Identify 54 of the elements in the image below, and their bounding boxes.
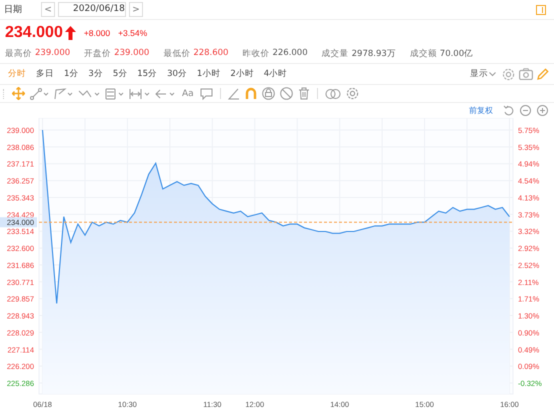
period-tab[interactable]: 2小时 [225,68,259,80]
period-tab[interactable]: 5分 [108,68,132,80]
fibonacci-tool-icon[interactable] [105,88,124,100]
side-panel-icon[interactable] [536,4,546,14]
polyline-tool-icon[interactable] [54,88,73,100]
camera-icon[interactable] [519,68,533,80]
stat-label: 成交额 [410,48,437,60]
stat-value: 228.600 [193,48,228,60]
display-dropdown[interactable]: 显示 [470,68,496,80]
last-price: 234.000 [5,24,63,42]
overlay-circles-icon[interactable] [324,88,341,100]
period-tab[interactable]: 30分 [162,68,192,80]
line-tool-icon[interactable] [30,88,49,100]
stat-label: 最低价 [163,48,190,60]
zoom-in-icon[interactable] [537,105,548,116]
percent-change: +3.54% [118,28,148,38]
trash-icon[interactable] [298,87,310,100]
adjustment-link[interactable]: 前复权 [469,105,493,116]
caret-icon [489,72,496,76]
stat-value: 239.000 [35,48,70,60]
lock-circle-icon[interactable] [262,87,275,100]
date-field[interactable]: 2020/06/18 [58,2,126,17]
period-tab[interactable]: 3分 [83,68,108,80]
stat-label: 开盘价 [84,48,112,60]
stat-value: 226.000 [272,48,308,60]
measure-tool-icon[interactable] [129,88,150,100]
stat-label: 最高价 [5,48,32,60]
settings-icon[interactable] [502,68,515,80]
stat-value: 70.00亿 [440,48,474,60]
period-tab[interactable]: 4小时 [258,68,292,80]
zoom-out-icon[interactable] [520,105,531,116]
stat-label: 成交量 [322,48,349,60]
stat-label: 昨收价 [242,48,270,60]
pencil-icon[interactable] [537,68,549,80]
next-date-button[interactable]: > [129,2,143,17]
period-tab[interactable]: 多日 [31,68,59,80]
arrow-tool-icon[interactable] [155,88,176,100]
stat-value: 2978.93万 [352,48,396,60]
settings-icon[interactable] [346,87,359,100]
comment-icon[interactable] [200,88,213,100]
undo-icon[interactable] [503,105,514,116]
stat-value: 239.000 [114,48,150,60]
angle-tool-icon[interactable] [228,88,240,100]
date-label: 日期 [4,4,22,16]
period-tab[interactable]: 1分 [59,68,84,80]
wave-tool-icon[interactable] [78,88,100,100]
hide-icon[interactable] [280,87,293,100]
magnet-icon[interactable] [244,87,257,100]
period-tab[interactable]: 1小时 [192,68,226,80]
move-icon[interactable] [12,87,25,100]
period-tab[interactable]: 15分 [132,68,162,80]
text-tool[interactable]: Aa [180,88,196,98]
previous-date-button[interactable]: < [41,2,55,17]
price-change: +8.000 [84,28,110,38]
